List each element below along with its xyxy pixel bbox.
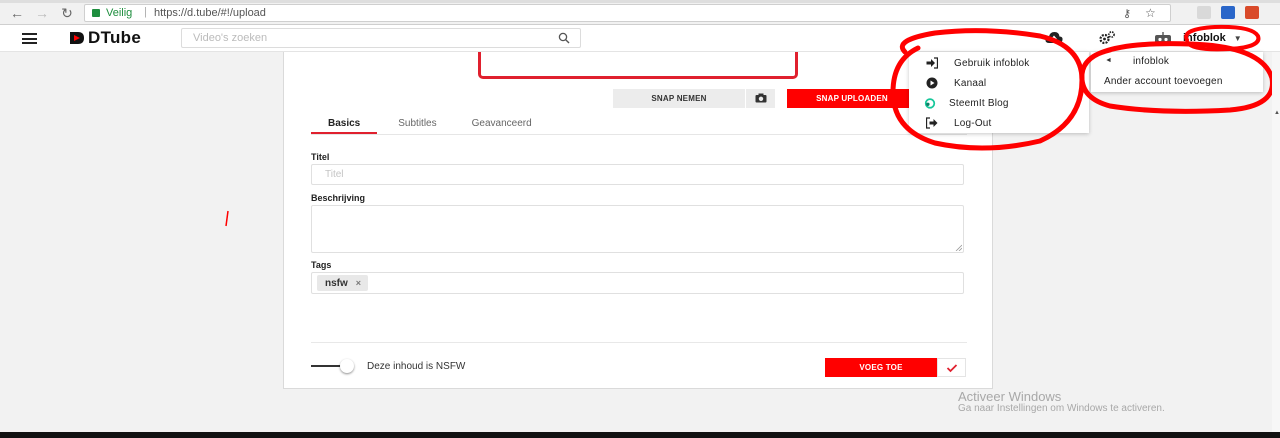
tabs-divider [311,134,967,135]
bot-avatar-icon[interactable] [1152,30,1174,46]
description-textarea[interactable] [311,205,964,253]
menu-item-channel[interactable]: Kanaal [909,73,1089,93]
hamburger-menu-icon[interactable] [22,33,37,44]
checkmark-icon [946,364,958,373]
menu-item-label: SteemIt Blog [949,97,1009,109]
tag-remove-icon[interactable]: × [356,278,361,288]
user-dropdown-menu: Gebruik infoblok Kanaal SteemIt Blog Log… [909,52,1089,133]
menu-item-label: Log-Out [954,117,992,129]
user-menu-button[interactable]: infoblok ▼ [1183,29,1242,47]
scroll-up-arrow-icon[interactable]: ▲ [1274,110,1280,116]
menu-item-use-account[interactable]: Gebruik infoblok [909,53,1089,73]
page-scrollbar[interactable] [1272,52,1280,432]
steemit-icon [924,98,936,109]
dtube-logo[interactable]: DTube [69,28,141,48]
browser-tab-strip [0,0,1280,3]
app-header: DTube infoblok ▼ [0,25,1280,52]
upload-card: SNAP NEMEN SNAP UPLOADEN Basics Subtitle… [283,52,993,389]
tab-subtitles[interactable]: Subtitles [377,112,453,134]
play-circle-icon [926,77,938,89]
extension-icon[interactable] [1197,6,1211,19]
menu-item-steemit-blog[interactable]: SteemIt Blog [909,93,1089,113]
windows-activation-title: Activeer Windows [958,389,1062,404]
key-icon[interactable]: ⚷ [1123,7,1131,20]
browser-toolbar: ← → ↻ Veilig | https://d.tube/#!/upload … [0,0,1280,25]
logo-text: DTube [88,28,142,47]
reload-icon[interactable]: ↻ [59,5,75,21]
forward-arrow-icon[interactable]: → [34,5,50,21]
tags-label: Tags [311,260,332,270]
bookmark-star-icon[interactable]: ☆ [1145,6,1156,20]
search-input[interactable] [182,29,552,47]
nsfw-toggle[interactable] [311,359,355,373]
description-label: Beschrijving [311,193,366,203]
sign-in-icon [926,57,938,69]
menu-item-logout[interactable]: Log-Out [909,113,1089,133]
tag-text: nsfw [325,277,348,289]
windows-taskbar [0,432,1280,438]
menu-item-label: Gebruik infoblok [954,57,1030,69]
account-switcher-menu: ◄ infoblok Ander account toevoegen [1091,52,1263,92]
account-name: infoblok [1133,56,1170,67]
thumbnail-preview [478,52,798,79]
lock-icon [92,9,100,17]
tags-input[interactable]: nsfw × [311,272,964,294]
back-arrow-icon[interactable]: ← [9,5,25,21]
extension-icon[interactable] [1245,6,1259,19]
title-label: Titel [311,152,330,162]
url-text: https://d.tube/#!/upload [154,7,266,19]
windows-activation-subtitle: Ga naar Instellingen om Windows te activ… [958,403,1165,414]
resize-grip-icon[interactable] [955,244,962,251]
add-account-label: Ander account toevoegen [1104,76,1223,87]
url-separator: | [144,6,147,18]
caret-left-icon: ◄ [1105,57,1112,64]
menu-item-label: Kanaal [954,77,987,89]
snap-upload-button[interactable]: SNAP UPLOADEN [787,89,917,108]
settings-gears-icon[interactable] [1098,30,1116,46]
secure-label: Veilig [106,7,133,19]
tab-advanced[interactable]: Geavanceerd [454,112,549,134]
cloud-upload-icon[interactable] [1045,30,1063,46]
sign-out-icon [926,117,938,129]
search-box [181,28,581,48]
nsfw-label: Deze inhoud is NSFW [367,361,466,372]
extension-icon[interactable] [1221,6,1235,19]
camera-icon [755,93,767,103]
address-bar[interactable]: Veilig | https://d.tube/#!/upload ⚷ ☆ [84,4,1171,22]
title-input[interactable] [311,164,964,185]
search-icon[interactable] [558,32,570,44]
username-label: infoblok [1183,32,1226,44]
toggle-knob [340,359,354,373]
add-button[interactable]: VOEG TOE [825,358,937,377]
confirm-button[interactable] [937,358,966,377]
upload-tabs: Basics Subtitles Geavanceerd [311,112,549,134]
tab-basics[interactable]: Basics [311,112,378,134]
account-item-current[interactable]: ◄ infoblok [1091,52,1263,72]
camera-button[interactable] [745,89,775,108]
footer-divider [311,342,967,343]
snap-button[interactable]: SNAP NEMEN [613,89,745,108]
tag-chip: nsfw × [317,275,369,291]
chevron-down-icon: ▼ [1233,33,1242,43]
dtube-logo-icon [70,32,84,44]
add-account-item[interactable]: Ander account toevoegen [1091,72,1263,92]
